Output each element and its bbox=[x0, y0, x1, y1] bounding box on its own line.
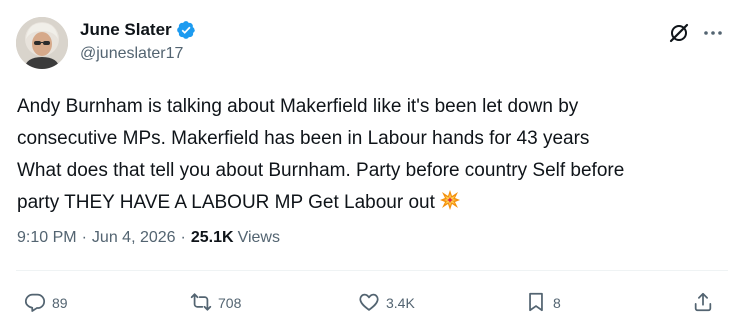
tweet-date[interactable]: Jun 4, 2026 bbox=[92, 229, 176, 247]
share-button[interactable] bbox=[692, 288, 714, 318]
reply-icon bbox=[24, 291, 46, 316]
more-options-icon[interactable] bbox=[702, 22, 724, 44]
share-icon bbox=[692, 291, 714, 316]
views-count[interactable]: 25.1K bbox=[191, 229, 234, 247]
author-block: June Slater @juneslater17 bbox=[80, 18, 196, 63]
like-button[interactable]: 3.4K bbox=[358, 288, 415, 318]
avatar[interactable] bbox=[16, 17, 68, 69]
bookmark-icon bbox=[525, 291, 547, 316]
grok-icon[interactable] bbox=[668, 22, 690, 44]
divider bbox=[16, 270, 728, 271]
heart-icon bbox=[358, 291, 380, 316]
repost-button[interactable]: 708 bbox=[190, 288, 241, 318]
views-label[interactable]: Views bbox=[238, 229, 280, 247]
bookmark-button[interactable]: 8 bbox=[525, 288, 561, 318]
tweet-text: Andy Burnham is talking about Makerfield… bbox=[17, 91, 729, 219]
tweet-text-content: Andy Burnham is talking about Makerfield… bbox=[17, 96, 625, 213]
display-name[interactable]: June Slater bbox=[80, 20, 172, 40]
tweet-card: June Slater @juneslater17 Andy Burnham i… bbox=[0, 0, 744, 334]
tweet-time[interactable]: 9:10 PM bbox=[17, 229, 77, 247]
repost-icon bbox=[190, 291, 212, 316]
tweet-meta: 9:10 PM · Jun 4, 2026 · 25.1K Views bbox=[17, 229, 280, 247]
bookmark-count: 8 bbox=[553, 295, 561, 311]
reply-button[interactable]: 89 bbox=[24, 288, 68, 318]
author-name-row: June Slater bbox=[80, 18, 196, 42]
action-bar: 89 708 3.4K 8 bbox=[0, 288, 744, 318]
reply-count: 89 bbox=[52, 295, 68, 311]
collision-icon bbox=[439, 189, 461, 211]
repost-count: 708 bbox=[218, 295, 242, 311]
meta-separator: · bbox=[180, 229, 186, 246]
like-count: 3.4K bbox=[386, 295, 415, 311]
verified-badge-icon[interactable] bbox=[176, 20, 196, 40]
meta-separator: · bbox=[81, 229, 87, 246]
author-handle[interactable]: @juneslater17 bbox=[80, 45, 196, 63]
